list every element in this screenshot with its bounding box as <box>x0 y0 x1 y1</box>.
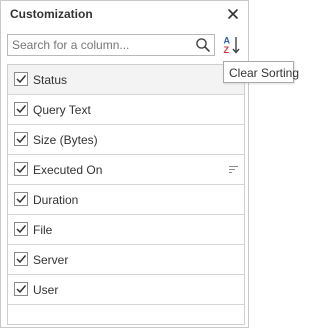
check-icon <box>16 285 27 294</box>
clear-sorting-tooltip: Clear Sorting <box>223 61 299 83</box>
column-item-duration[interactable]: Duration <box>8 185 244 215</box>
sort-glyph-z: Z <box>224 45 230 55</box>
clear-sorting-button[interactable]: A Z <box>223 35 241 55</box>
column-item-server[interactable]: Server <box>8 245 244 275</box>
column-label: User <box>33 283 59 297</box>
tooltip-text: Clear Sorting <box>229 66 300 80</box>
column-list: Status Query Text Size (Bytes) Executed … <box>7 64 245 305</box>
sort-glyph-a: A <box>224 36 231 46</box>
check-icon <box>16 135 27 144</box>
search-icon[interactable] <box>195 37 211 53</box>
column-label: Query Text <box>33 103 91 117</box>
search-box[interactable] <box>7 34 215 56</box>
check-icon <box>16 195 27 204</box>
checkbox-query-text[interactable] <box>14 102 28 116</box>
column-label: Status <box>33 73 68 87</box>
check-icon <box>16 225 27 234</box>
column-label: Executed On <box>33 163 103 177</box>
checkbox-duration[interactable] <box>14 192 28 206</box>
sort-az-icon: A Z <box>224 36 240 55</box>
column-item-query-text[interactable]: Query Text <box>8 95 244 125</box>
close-icon <box>228 9 238 19</box>
column-label: Size (Bytes) <box>33 133 98 147</box>
check-icon <box>16 255 27 264</box>
check-icon <box>16 75 27 84</box>
column-label: File <box>33 223 53 237</box>
checkbox-executed-on[interactable] <box>14 162 28 176</box>
panel-title: Customization <box>10 7 93 21</box>
checkbox-size-bytes[interactable] <box>14 132 28 146</box>
search-input[interactable] <box>8 35 188 55</box>
sort-indicator-icon <box>229 166 238 173</box>
check-icon <box>16 105 27 114</box>
customization-panel: Customization A Z Status <box>0 0 249 328</box>
column-list-empty-area <box>7 304 245 325</box>
title-bar: Customization <box>1 1 248 29</box>
column-label: Server <box>33 253 69 267</box>
checkbox-status[interactable] <box>14 72 28 86</box>
column-item-size-bytes[interactable]: Size (Bytes) <box>8 125 244 155</box>
column-item-status[interactable]: Status <box>8 65 244 95</box>
column-item-file[interactable]: File <box>8 215 244 245</box>
checkbox-file[interactable] <box>14 222 28 236</box>
checkbox-server[interactable] <box>14 252 28 266</box>
check-icon <box>16 165 27 174</box>
checkbox-user[interactable] <box>14 282 28 296</box>
column-item-executed-on[interactable]: Executed On <box>8 155 244 185</box>
close-button[interactable] <box>225 6 241 22</box>
column-item-user[interactable]: User <box>8 275 244 305</box>
column-label: Duration <box>33 193 79 207</box>
